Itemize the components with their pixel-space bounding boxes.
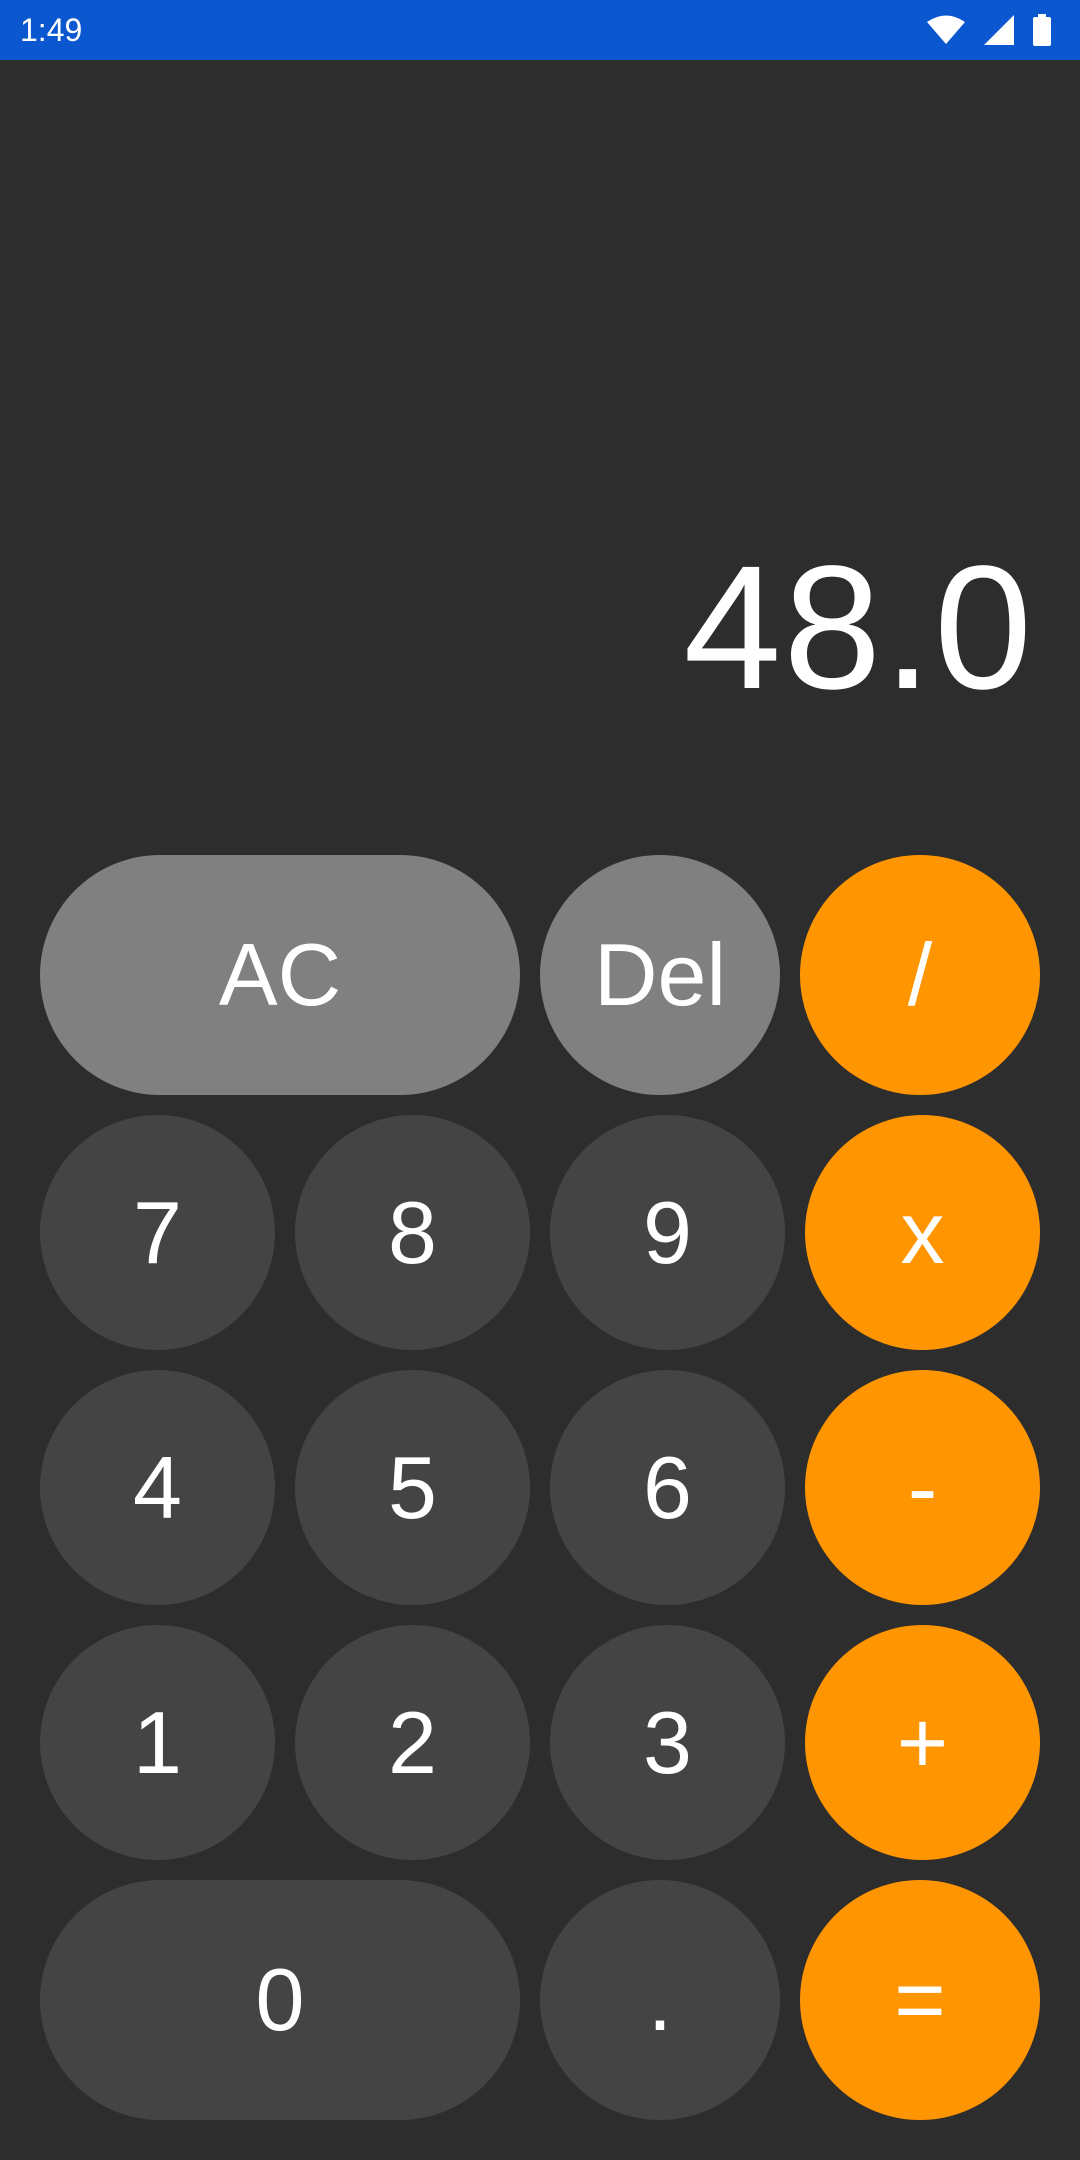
result-display: 48.0 bbox=[683, 530, 1034, 726]
add-button[interactable]: + bbox=[805, 1625, 1040, 1860]
clear-button[interactable]: AC bbox=[40, 855, 520, 1095]
wifi-icon bbox=[926, 15, 966, 45]
status-time: 1:49 bbox=[20, 12, 83, 48]
delete-button[interactable]: Del bbox=[540, 855, 780, 1095]
divide-button[interactable]: / bbox=[800, 855, 1040, 1095]
digit-2-button[interactable]: 2 bbox=[295, 1625, 530, 1860]
digit-4-button[interactable]: 4 bbox=[40, 1370, 275, 1605]
status-icons bbox=[926, 14, 1052, 46]
digit-8-button[interactable]: 8 bbox=[295, 1115, 530, 1350]
battery-icon bbox=[1032, 14, 1052, 46]
digit-1-button[interactable]: 1 bbox=[40, 1625, 275, 1860]
digit-9-button[interactable]: 9 bbox=[550, 1115, 785, 1350]
digit-0-button[interactable]: 0 bbox=[40, 1880, 520, 2120]
digit-7-button[interactable]: 7 bbox=[40, 1115, 275, 1350]
digit-5-button[interactable]: 5 bbox=[295, 1370, 530, 1605]
equals-button[interactable]: = bbox=[800, 1880, 1040, 2120]
multiply-button[interactable]: x bbox=[805, 1115, 1040, 1350]
cell-signal-icon bbox=[982, 14, 1016, 46]
subtract-button[interactable]: - bbox=[805, 1370, 1040, 1605]
decimal-button[interactable]: . bbox=[540, 1880, 780, 2120]
digit-3-button[interactable]: 3 bbox=[550, 1625, 785, 1860]
digit-6-button[interactable]: 6 bbox=[550, 1370, 785, 1605]
status-bar: 1:49 bbox=[0, 0, 1080, 60]
